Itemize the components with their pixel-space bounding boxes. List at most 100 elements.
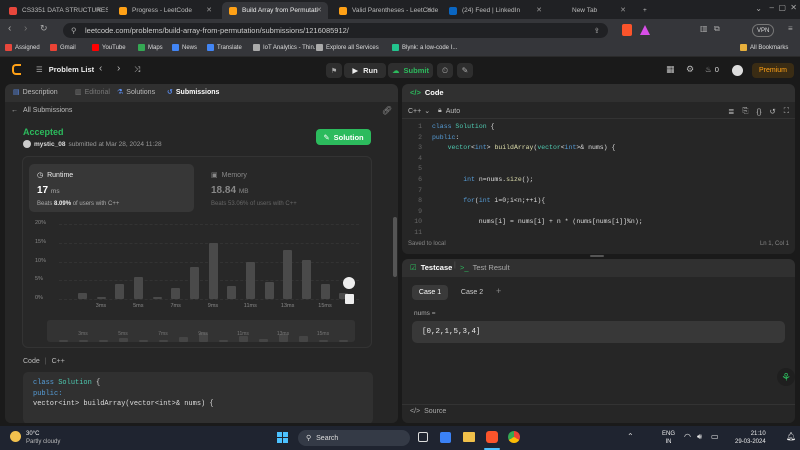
tab-testcase[interactable]: ☑ Testcase <box>410 263 452 272</box>
sidebar-icon[interactable]: ▥ <box>700 24 708 33</box>
chart-bar[interactable] <box>77 293 87 299</box>
wifi-icon[interactable]: ◠ <box>684 432 691 441</box>
all-bookmarks[interactable]: All Bookmarks <box>740 44 788 51</box>
minimize-icon[interactable]: – <box>770 3 774 12</box>
runtime-box[interactable]: ◷ Runtime 17 ms Beats 8.09% of users with… <box>29 164 194 212</box>
language-select[interactable]: C++ ⌄ <box>408 107 430 116</box>
file-explorer-icon[interactable] <box>463 432 475 442</box>
taskbar-search[interactable]: ⚲ Search <box>298 430 410 446</box>
avatar[interactable] <box>732 65 743 76</box>
tab-submissions[interactable]: ↺ Submissions <box>167 88 219 97</box>
weather-icon[interactable] <box>10 431 21 442</box>
tab-description[interactable]: ▤ Description <box>13 88 58 97</box>
add-case-button[interactable]: + <box>496 286 501 296</box>
chart-bar[interactable] <box>152 297 162 299</box>
extensions-icon[interactable]: ⧉ <box>714 24 720 34</box>
premium-button[interactable]: Premium <box>752 63 794 78</box>
close-tab-icon[interactable]: ✕ <box>316 6 322 14</box>
submit-button[interactable]: ☁ Submit <box>388 63 433 78</box>
memory-box[interactable]: ▣ Memory 18.84 MB Beats 53.06% of users w… <box>207 164 367 212</box>
chevron-up-icon[interactable]: ⌃ <box>627 432 634 441</box>
resize-handle[interactable] <box>590 255 604 257</box>
case-2-tab[interactable]: Case 2 <box>454 285 490 300</box>
brave-rewards-icon[interactable] <box>640 25 650 35</box>
tab-editorial[interactable]: ▥ Editorial <box>75 88 110 97</box>
browser-tab[interactable]: Build Array from Permutati ✕ <box>222 2 328 19</box>
settings-icon[interactable]: ⚙ <box>686 64 694 75</box>
code-editor[interactable]: 1 class Solution {2 public: 3 vector<int> b… <box>402 122 795 240</box>
debug-icon[interactable]: ⚑ <box>326 63 342 78</box>
bookmark-item[interactable]: Translate <box>207 44 242 51</box>
chart-bar[interactable] <box>96 297 106 299</box>
chrome-icon[interactable] <box>508 431 520 443</box>
share-icon[interactable]: ⇪ <box>594 23 600 38</box>
bookmark-item[interactable]: IoT Analytics - Thin... <box>253 44 319 51</box>
windows-start-icon[interactable] <box>277 432 288 443</box>
address-bar[interactable]: ⚲ leetcode.com/problems/build-array-from… <box>63 23 608 38</box>
battery-icon[interactable]: ▭ <box>711 432 719 441</box>
scrollbar[interactable] <box>393 217 397 277</box>
chart-bar[interactable] <box>189 267 199 299</box>
chart-bar[interactable] <box>264 282 274 299</box>
next-problem-icon[interactable]: › <box>117 63 120 74</box>
layout-icon[interactable]: ▦ <box>666 64 675 75</box>
leetcode-logo-icon[interactable] <box>12 64 21 75</box>
close-tab-icon[interactable]: ✕ <box>620 6 626 14</box>
chevron-down-icon[interactable]: ⌄ <box>755 4 762 13</box>
bookmark-item[interactable]: Explore all Services <box>316 44 379 51</box>
input-language[interactable]: ENG IN <box>662 430 675 446</box>
solution-button[interactable]: ✎ Solution <box>316 129 371 145</box>
coins-counter[interactable]: ♨ 0 <box>705 65 719 74</box>
widgets-app-icon[interactable] <box>440 432 451 443</box>
bookmark-item[interactable]: Maps <box>138 44 163 51</box>
close-tab-icon[interactable]: ✕ <box>96 6 102 14</box>
range-navigator[interactable]: 3ms 5ms 7ms 9ms 11ms 13ms 15ms <box>47 320 355 342</box>
bookmark-icon[interactable]: ⎘ <box>742 106 748 116</box>
bookmark-item[interactable]: Assigned <box>5 44 40 51</box>
browser-tab[interactable]: Progress - LeetCode ✕ <box>112 2 218 19</box>
chart-bar[interactable] <box>227 285 237 299</box>
format-icon[interactable]: ≣ <box>728 107 734 116</box>
back-icon[interactable]: ‹ <box>8 23 11 34</box>
reload-icon[interactable]: ↻ <box>40 23 48 34</box>
chart-bar[interactable] <box>301 259 311 299</box>
problem-list-link[interactable]: ☰ Problem List <box>36 65 94 74</box>
run-button[interactable]: ▶ Run <box>344 63 386 78</box>
chart-bar[interactable] <box>245 261 255 299</box>
bookmark-item[interactable]: YouTube <box>92 44 126 51</box>
new-tab-button[interactable]: + <box>636 2 650 19</box>
browser-tab[interactable]: CS3351 DATA STRUCTURES / U✕ <box>2 2 108 19</box>
task-view-icon[interactable] <box>418 432 428 442</box>
weather-widget[interactable]: 30°C Partly cloudy <box>26 430 60 446</box>
testcase-input[interactable]: [0,2,1,5,3,4] <box>412 321 785 343</box>
case-1-tab[interactable]: Case 1 <box>412 285 448 300</box>
prev-problem-icon[interactable]: ‹ <box>99 63 102 74</box>
chart-bar[interactable] <box>133 276 143 299</box>
volume-icon[interactable]: 🔊︎ <box>697 432 702 442</box>
bookmark-item[interactable]: Blynk: a low-code I... <box>392 44 457 51</box>
browser-tab[interactable]: New Tab ✕ <box>552 2 632 19</box>
close-tab-icon[interactable]: ✕ <box>426 6 432 14</box>
fullscreen-icon[interactable]: ⛶ <box>784 106 789 116</box>
reset-icon[interactable]: ↺ <box>769 107 775 116</box>
braces-icon[interactable]: {} <box>756 107 761 116</box>
chart-bar[interactable] <box>320 284 330 299</box>
clock[interactable]: 21:10 29-03-2024 <box>735 430 766 446</box>
source-link[interactable]: </> Source <box>410 408 446 415</box>
extension-float-icon[interactable]: ⚘ <box>777 368 795 386</box>
tab-test-result[interactable]: >_ Test Result <box>460 263 510 272</box>
close-tab-icon[interactable]: ✕ <box>206 6 212 14</box>
timer-icon[interactable]: ⏲ <box>437 63 453 78</box>
close-window-icon[interactable]: ✕ <box>790 3 797 12</box>
link-icon[interactable]: 🔗︎ <box>382 106 392 115</box>
vpn-button[interactable]: VPN <box>752 24 775 37</box>
shuffle-icon[interactable]: ⤨ <box>134 65 140 75</box>
browser-tab[interactable]: (24) Feed | LinkedIn ✕ <box>442 2 548 19</box>
site-info-icon[interactable]: ⚲ <box>71 23 77 38</box>
bookmark-item[interactable]: News <box>172 44 197 51</box>
forward-icon[interactable]: › <box>24 23 27 34</box>
close-tab-icon[interactable]: ✕ <box>536 6 542 14</box>
tab-solutions[interactable]: ⚗ Solutions <box>117 88 155 97</box>
menu-icon[interactable]: ≡ <box>788 24 793 33</box>
chart-bar[interactable] <box>115 284 125 299</box>
